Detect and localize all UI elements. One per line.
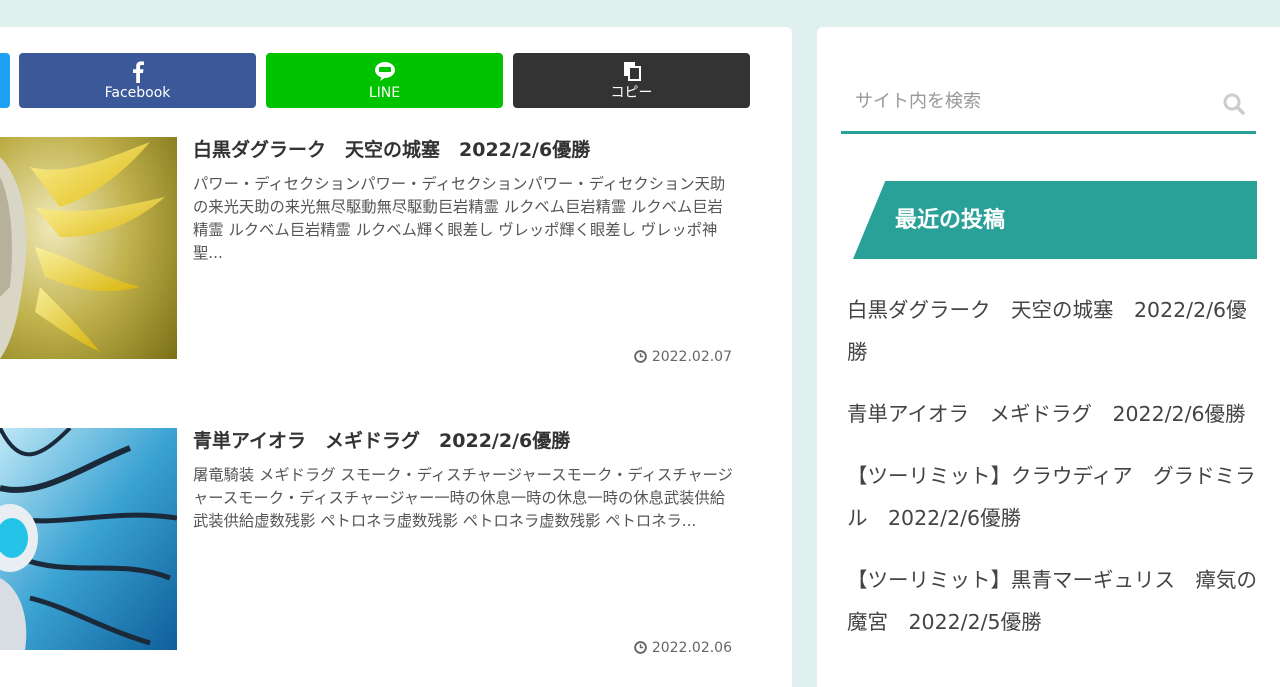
copy-label: コピー — [610, 85, 653, 101]
line-icon — [374, 62, 395, 81]
post-title[interactable]: 白黒ダグラーク 天空の城塞 2022/2/6優勝 — [193, 137, 743, 163]
post-date: 2022.02.06 — [634, 640, 732, 656]
line-share-label: LINE — [368, 85, 401, 101]
facebook-share-label: Facebook — [104, 85, 171, 101]
recent-posts-list: 白黒ダグラーク 天空の城塞 2022/2/6優勝 青単アイオラ メギドラグ 20… — [847, 289, 1257, 663]
post-date: 2022.02.07 — [634, 349, 732, 365]
post-date-text: 2022.02.06 — [651, 640, 732, 656]
post-thumbnail[interactable] — [0, 428, 177, 650]
post-title[interactable]: 青単アイオラ メギドラグ 2022/2/6優勝 — [193, 428, 743, 454]
copy-icon — [623, 62, 641, 81]
post-excerpt: 屠竜騎装 メギドラグ スモーク・ディスチャージャースモーク・ディスチャージャース… — [193, 466, 733, 530]
post-excerpt: パワー・ディセクションパワー・ディセクションパワー・ディセクション天助の来光天助… — [193, 175, 726, 262]
post-thumbnail[interactable] — [0, 137, 177, 359]
sidebar: 最近の投稿 白黒ダグラーク 天空の城塞 2022/2/6優勝 青単アイオラ メギ… — [817, 27, 1280, 687]
search-icon[interactable] — [1222, 92, 1246, 116]
twitter-share-button[interactable] — [0, 53, 10, 108]
copy-button[interactable]: コピー — [513, 53, 750, 108]
line-share-button[interactable]: LINE — [266, 53, 503, 108]
recent-post-link[interactable]: 青単アイオラ メギドラグ 2022/2/6優勝 — [847, 393, 1257, 435]
recent-post-link[interactable]: 【ツーリミット】黒青マーギュリス 瘴気の魔宮 2022/2/5優勝 — [847, 559, 1257, 643]
facebook-share-button[interactable]: Facebook — [19, 53, 256, 108]
facebook-icon — [132, 61, 144, 83]
post-card[interactable]: 白黒ダグラーク 天空の城塞 2022/2/6優勝 パワー・ディセクションパワー・… — [0, 137, 750, 365]
search-input[interactable] — [841, 74, 1215, 129]
site-search — [841, 74, 1256, 134]
recent-posts-heading: 最近の投稿 — [853, 181, 1257, 259]
recent-post-link[interactable]: 白黒ダグラーク 天空の城塞 2022/2/6優勝 — [847, 289, 1257, 373]
clock-icon — [634, 350, 647, 363]
recent-posts-title: 最近の投稿 — [895, 208, 1006, 233]
post-card[interactable]: 青単アイオラ メギドラグ 2022/2/6優勝 屠竜騎装 メギドラグ スモーク・… — [0, 428, 750, 656]
clock-icon — [634, 641, 647, 654]
recent-post-link[interactable]: 【ツーリミット】クラウディア グラドミラル 2022/2/6優勝 — [847, 455, 1257, 539]
main-content: Facebook LINE コピー 白黒ダグラーク 天空の城塞 2022/2/6… — [0, 27, 792, 687]
post-date-text: 2022.02.07 — [651, 349, 732, 365]
